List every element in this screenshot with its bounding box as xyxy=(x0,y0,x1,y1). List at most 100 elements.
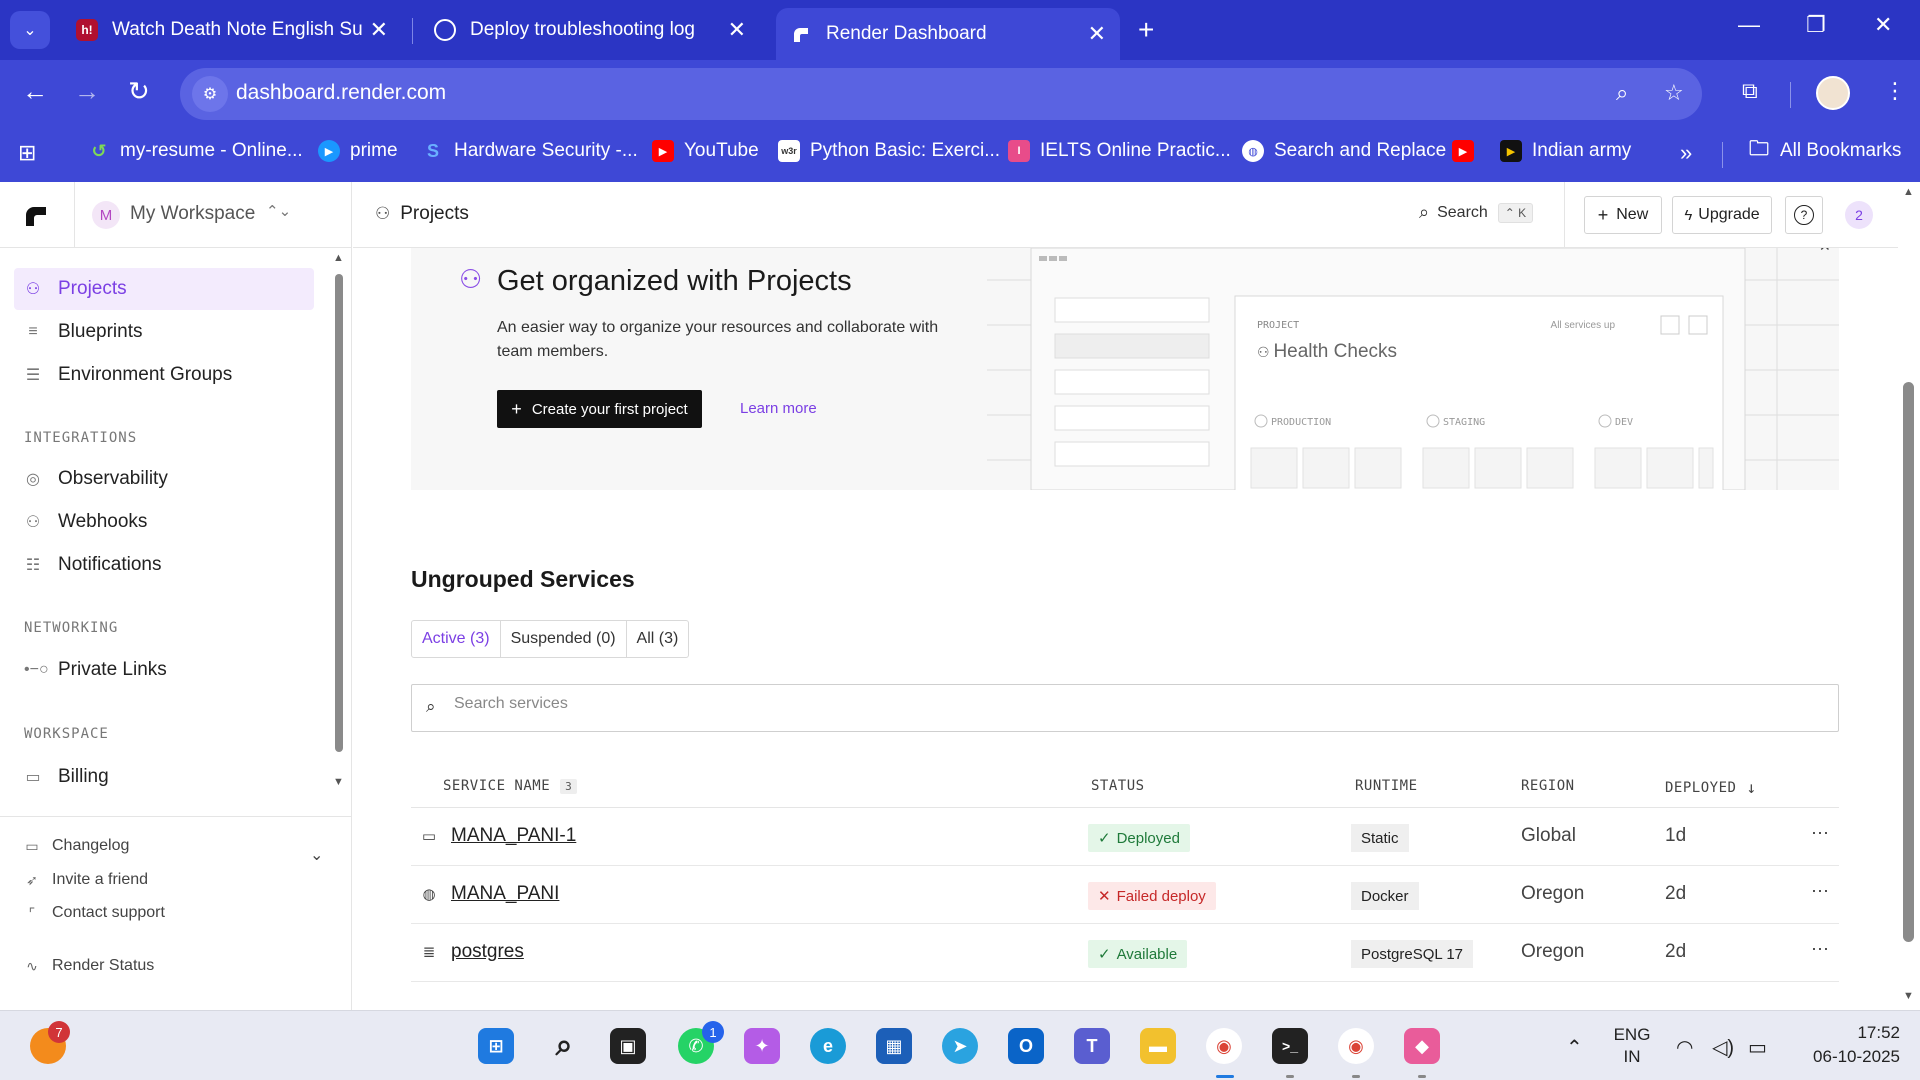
scroll-down-icon[interactable]: ▼ xyxy=(333,776,344,788)
sidebar-scrollbar[interactable]: ▲ ▼ xyxy=(333,252,345,812)
git-client-icon[interactable]: ◆ xyxy=(1404,1028,1440,1064)
close-icon[interactable]: ✕ xyxy=(370,17,388,43)
file-explorer-icon[interactable]: ▬ xyxy=(1140,1028,1176,1064)
task-view-icon[interactable]: ▣ xyxy=(610,1028,646,1064)
sidebar-item-environment-groups[interactable]: ☰ Environment Groups xyxy=(14,354,314,396)
close-window-icon[interactable]: ✕ xyxy=(1874,12,1892,38)
sidebar-item-private-links[interactable]: •−○ Private Links xyxy=(14,649,314,691)
help-button[interactable]: ? xyxy=(1785,196,1823,234)
service-name-cell[interactable]: ◍ MANA_PANI xyxy=(419,883,559,905)
changelog-link[interactable]: ▭ Changelog xyxy=(24,837,129,855)
chevron-up-icon[interactable]: ⌃ xyxy=(1566,1035,1583,1060)
address-bar[interactable]: ⚙ dashboard.render.com ⌕ ☆ xyxy=(180,68,1702,120)
service-name-cell[interactable]: ▭ MANA_PANI-1 xyxy=(419,825,576,847)
reload-icon[interactable]: ↻ xyxy=(128,76,150,107)
service-name-link[interactable]: postgres xyxy=(451,941,524,963)
service-name-link[interactable]: MANA_PANI-1 xyxy=(451,825,576,847)
bookmark-star-icon[interactable]: ☆ xyxy=(1664,80,1684,106)
service-name-cell[interactable]: ≣ postgres xyxy=(419,941,524,963)
forward-icon[interactable]: → xyxy=(74,76,100,107)
scrollbar-thumb[interactable] xyxy=(335,274,343,752)
chevron-updown-icon[interactable]: ⌃⌄ xyxy=(266,202,291,220)
all-bookmarks[interactable]: 🗀 All Bookmarks xyxy=(1748,138,1901,162)
column-service-name[interactable]: SERVICE NAME 3 xyxy=(443,778,578,794)
notification-count-badge[interactable]: 2 xyxy=(1845,201,1873,229)
close-icon[interactable]: ✕ xyxy=(728,17,746,43)
extensions-icon[interactable]: ⧉ xyxy=(1742,78,1758,104)
bookmark-my-resume[interactable]: ↺ my-resume - Online... xyxy=(88,140,302,162)
zoom-icon[interactable]: ⌕ xyxy=(1616,80,1628,106)
sidebar-item-webhooks[interactable]: ⚇ Webhooks xyxy=(14,501,314,543)
edge-icon[interactable]: e xyxy=(810,1028,846,1064)
outlook-icon[interactable]: O xyxy=(1008,1028,1044,1064)
search-services-input[interactable] xyxy=(454,695,1814,713)
clock-time[interactable]: 17:52 xyxy=(1790,1023,1900,1043)
back-icon[interactable]: ← xyxy=(22,76,48,107)
copilot-icon[interactable]: ✦ xyxy=(744,1028,780,1064)
new-tab-button[interactable]: + xyxy=(1138,14,1154,46)
telegram-icon[interactable]: ➤ xyxy=(942,1028,978,1064)
apps-grid-icon[interactable]: ⊞ xyxy=(18,140,36,166)
tab-render-dashboard[interactable]: Render Dashboard ✕ xyxy=(776,8,1120,60)
bookmark-indian-army[interactable]: ▶ Indian army xyxy=(1500,140,1631,162)
menu-icon[interactable]: ⋮ xyxy=(1884,78,1906,104)
more-options-icon[interactable]: ··· xyxy=(1811,938,1829,959)
profile-avatar[interactable] xyxy=(1816,76,1850,110)
column-status[interactable]: STATUS xyxy=(1091,778,1145,794)
language-indicator[interactable]: ENG xyxy=(1612,1025,1652,1045)
tab-active[interactable]: Active (3) xyxy=(412,621,501,657)
store-icon[interactable]: ▦ xyxy=(876,1028,912,1064)
bookmark-search-replace[interactable]: ◍ Search and Replace xyxy=(1242,140,1446,162)
scroll-down-icon[interactable]: ▼ xyxy=(1903,990,1914,1002)
sidebar-item-projects[interactable]: ⚇ Projects xyxy=(14,268,314,310)
service-name-link[interactable]: MANA_PANI xyxy=(451,883,559,905)
sidebar-item-blueprints[interactable]: ≡ Blueprints xyxy=(14,311,314,353)
new-button[interactable]: + New xyxy=(1584,196,1662,234)
region-indicator[interactable]: IN xyxy=(1612,1047,1652,1067)
upgrade-button[interactable]: ϟ Upgrade xyxy=(1672,196,1772,234)
restore-icon[interactable]: ❐ xyxy=(1806,12,1826,38)
close-icon[interactable]: ✕ xyxy=(1819,248,1831,255)
table-row[interactable]: ▭ MANA_PANI-1 ✓ Deployed Static Global 1… xyxy=(411,808,1839,866)
column-runtime[interactable]: RUNTIME xyxy=(1355,778,1418,794)
create-project-button[interactable]: + Create your first project xyxy=(497,390,702,428)
site-info-icon[interactable]: ⚙ xyxy=(192,76,228,112)
table-row[interactable]: ≣ postgres ✓ Available PostgreSQL 17 Ore… xyxy=(411,924,1839,982)
url-text[interactable]: dashboard.render.com xyxy=(236,81,446,105)
minimize-icon[interactable]: — xyxy=(1738,12,1760,38)
scroll-up-icon[interactable]: ▲ xyxy=(333,252,344,264)
search-button[interactable]: ⌕ Search ⌃ K xyxy=(1419,202,1534,223)
render-logo[interactable] xyxy=(24,202,50,228)
invite-friend-link[interactable]: ➶ Invite a friend xyxy=(24,871,148,889)
contact-support-link[interactable]: ⌜ Contact support xyxy=(24,904,165,922)
tab-search-button[interactable]: ⌄ xyxy=(10,11,50,49)
sidebar-item-notifications[interactable]: ☷ Notifications xyxy=(14,544,314,586)
tab-death-note[interactable]: h! Watch Death Note English Sub/ ✕ xyxy=(62,10,402,50)
chrome-icon[interactable]: ◉ xyxy=(1206,1028,1242,1064)
table-row[interactable]: ◍ MANA_PANI ✕ Failed deploy Docker Orego… xyxy=(411,866,1839,924)
sidebar-item-billing[interactable]: ▭ Billing xyxy=(14,756,314,798)
bookmark-prime[interactable]: ▶ prime xyxy=(318,140,398,162)
volume-icon[interactable]: ◁) xyxy=(1712,1035,1734,1060)
search-icon[interactable]: ⌕ xyxy=(546,1028,582,1064)
close-icon[interactable]: ✕ xyxy=(1088,21,1106,47)
workspace-avatar[interactable]: M xyxy=(92,201,120,229)
wifi-icon[interactable]: ◠ xyxy=(1676,1035,1693,1060)
learn-more-link[interactable]: Learn more xyxy=(740,400,817,417)
render-status-link[interactable]: ∿ Render Status xyxy=(24,957,154,975)
tab-suspended[interactable]: Suspended (0) xyxy=(501,621,627,657)
column-region[interactable]: REGION xyxy=(1521,778,1575,794)
bookmark-youtube[interactable]: ▶ YouTube xyxy=(652,140,759,162)
battery-icon[interactable]: ▭ xyxy=(1748,1035,1767,1060)
teams-icon[interactable]: T xyxy=(1074,1028,1110,1064)
sidebar-item-observability[interactable]: ◎ Observability xyxy=(14,458,314,500)
tab-deploy-log[interactable]: Deploy troubleshooting log ✕ xyxy=(420,10,760,50)
bookmark-youtube-2[interactable]: ▶ xyxy=(1452,140,1484,162)
scroll-up-icon[interactable]: ▲ xyxy=(1903,186,1914,198)
tab-all[interactable]: All (3) xyxy=(627,621,689,657)
breadcrumb-label[interactable]: Projects xyxy=(400,203,469,225)
column-deployed[interactable]: DEPLOYED ↓ xyxy=(1665,778,1757,797)
scrollbar-thumb[interactable] xyxy=(1903,382,1914,942)
clock-date[interactable]: 06-10-2025 xyxy=(1790,1047,1900,1067)
chrome-profile-icon[interactable]: ◉ xyxy=(1338,1028,1374,1064)
